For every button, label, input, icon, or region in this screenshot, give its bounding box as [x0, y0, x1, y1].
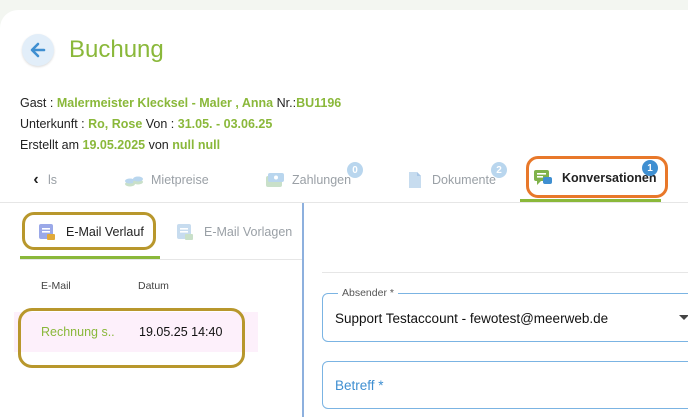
email-template-icon: [177, 224, 193, 240]
highlight-outline-konversationen: [526, 156, 668, 198]
booking-number: BU1196: [296, 96, 342, 110]
divider: [0, 202, 688, 203]
subtab-divider: [20, 259, 302, 260]
guest-name: Malermeister Klecksel - Maler , Anna: [56, 96, 274, 110]
subject-field[interactable]: Betreff *: [322, 361, 688, 409]
nr-label: Nr.:: [276, 96, 297, 110]
zahlungen-count-badge: 0: [347, 162, 363, 178]
column-header-email: E-Mail: [41, 280, 71, 292]
money-icon: [266, 173, 284, 187]
by-label: von: [148, 138, 169, 152]
document-icon: [409, 172, 421, 188]
created-line: Erstellt am 19.05.2025 von null null: [20, 138, 220, 152]
column-header-datum: Datum: [138, 280, 169, 292]
tab-partial-label: ls: [48, 173, 58, 187]
chevron-left-icon: ‹: [33, 171, 39, 188]
subtab-email-vorlagen[interactable]: E-Mail Vorlagen: [176, 221, 292, 243]
arrow-left-icon: [30, 42, 46, 58]
tab-scroll-left-button[interactable]: ‹: [26, 170, 46, 190]
unit-value: Ro, Rose: [88, 117, 143, 131]
guest-line: Gast : Malermeister Klecksel - Maler , A…: [20, 96, 341, 110]
sender-value: Support Testaccount - fewotest@meerweb.d…: [335, 311, 609, 326]
subject-placeholder: Betreff *: [335, 378, 384, 393]
date-range: 31.05. - 03.06.25: [177, 117, 273, 131]
tab-zahlungen[interactable]: Zahlungen: [265, 167, 351, 193]
tab-zahlungen-label: Zahlungen: [292, 173, 352, 187]
dokumente-count-badge: 2: [491, 162, 507, 178]
form-top-divider: [322, 272, 688, 273]
tab-dokumente[interactable]: Dokumente: [405, 167, 496, 193]
unit-line: Unterkunft : Ro, Rose Von : 31.05. - 03.…: [20, 117, 272, 131]
caret-down-icon: [679, 315, 688, 320]
created-label: Erstellt am: [20, 138, 80, 152]
created-date: 19.05.2025: [82, 138, 146, 152]
tab-partial[interactable]: ls: [48, 167, 57, 193]
back-button[interactable]: [22, 34, 54, 66]
tab-mietpreise-label: Mietpreise: [151, 173, 209, 187]
unit-label: Unterkunft :: [20, 117, 85, 131]
panel-divider: [302, 203, 304, 417]
coins-icon: [125, 176, 143, 187]
from-label: Von :: [145, 117, 175, 131]
subtab-email-vorlagen-label: E-Mail Vorlagen: [204, 225, 293, 239]
page-title: Buchung: [69, 36, 164, 63]
highlight-outline-email-verlauf: [22, 212, 156, 250]
created-by: null null: [172, 138, 221, 152]
guest-label: Gast :: [20, 96, 54, 110]
sender-label: Absender *: [338, 287, 398, 299]
highlight-outline-email-row: [18, 308, 245, 368]
sender-select[interactable]: Support Testaccount - fewotest@meerweb.d…: [322, 293, 688, 342]
tab-mietpreise[interactable]: Mietpreise: [124, 167, 209, 193]
tab-dokumente-label: Dokumente: [432, 173, 496, 187]
